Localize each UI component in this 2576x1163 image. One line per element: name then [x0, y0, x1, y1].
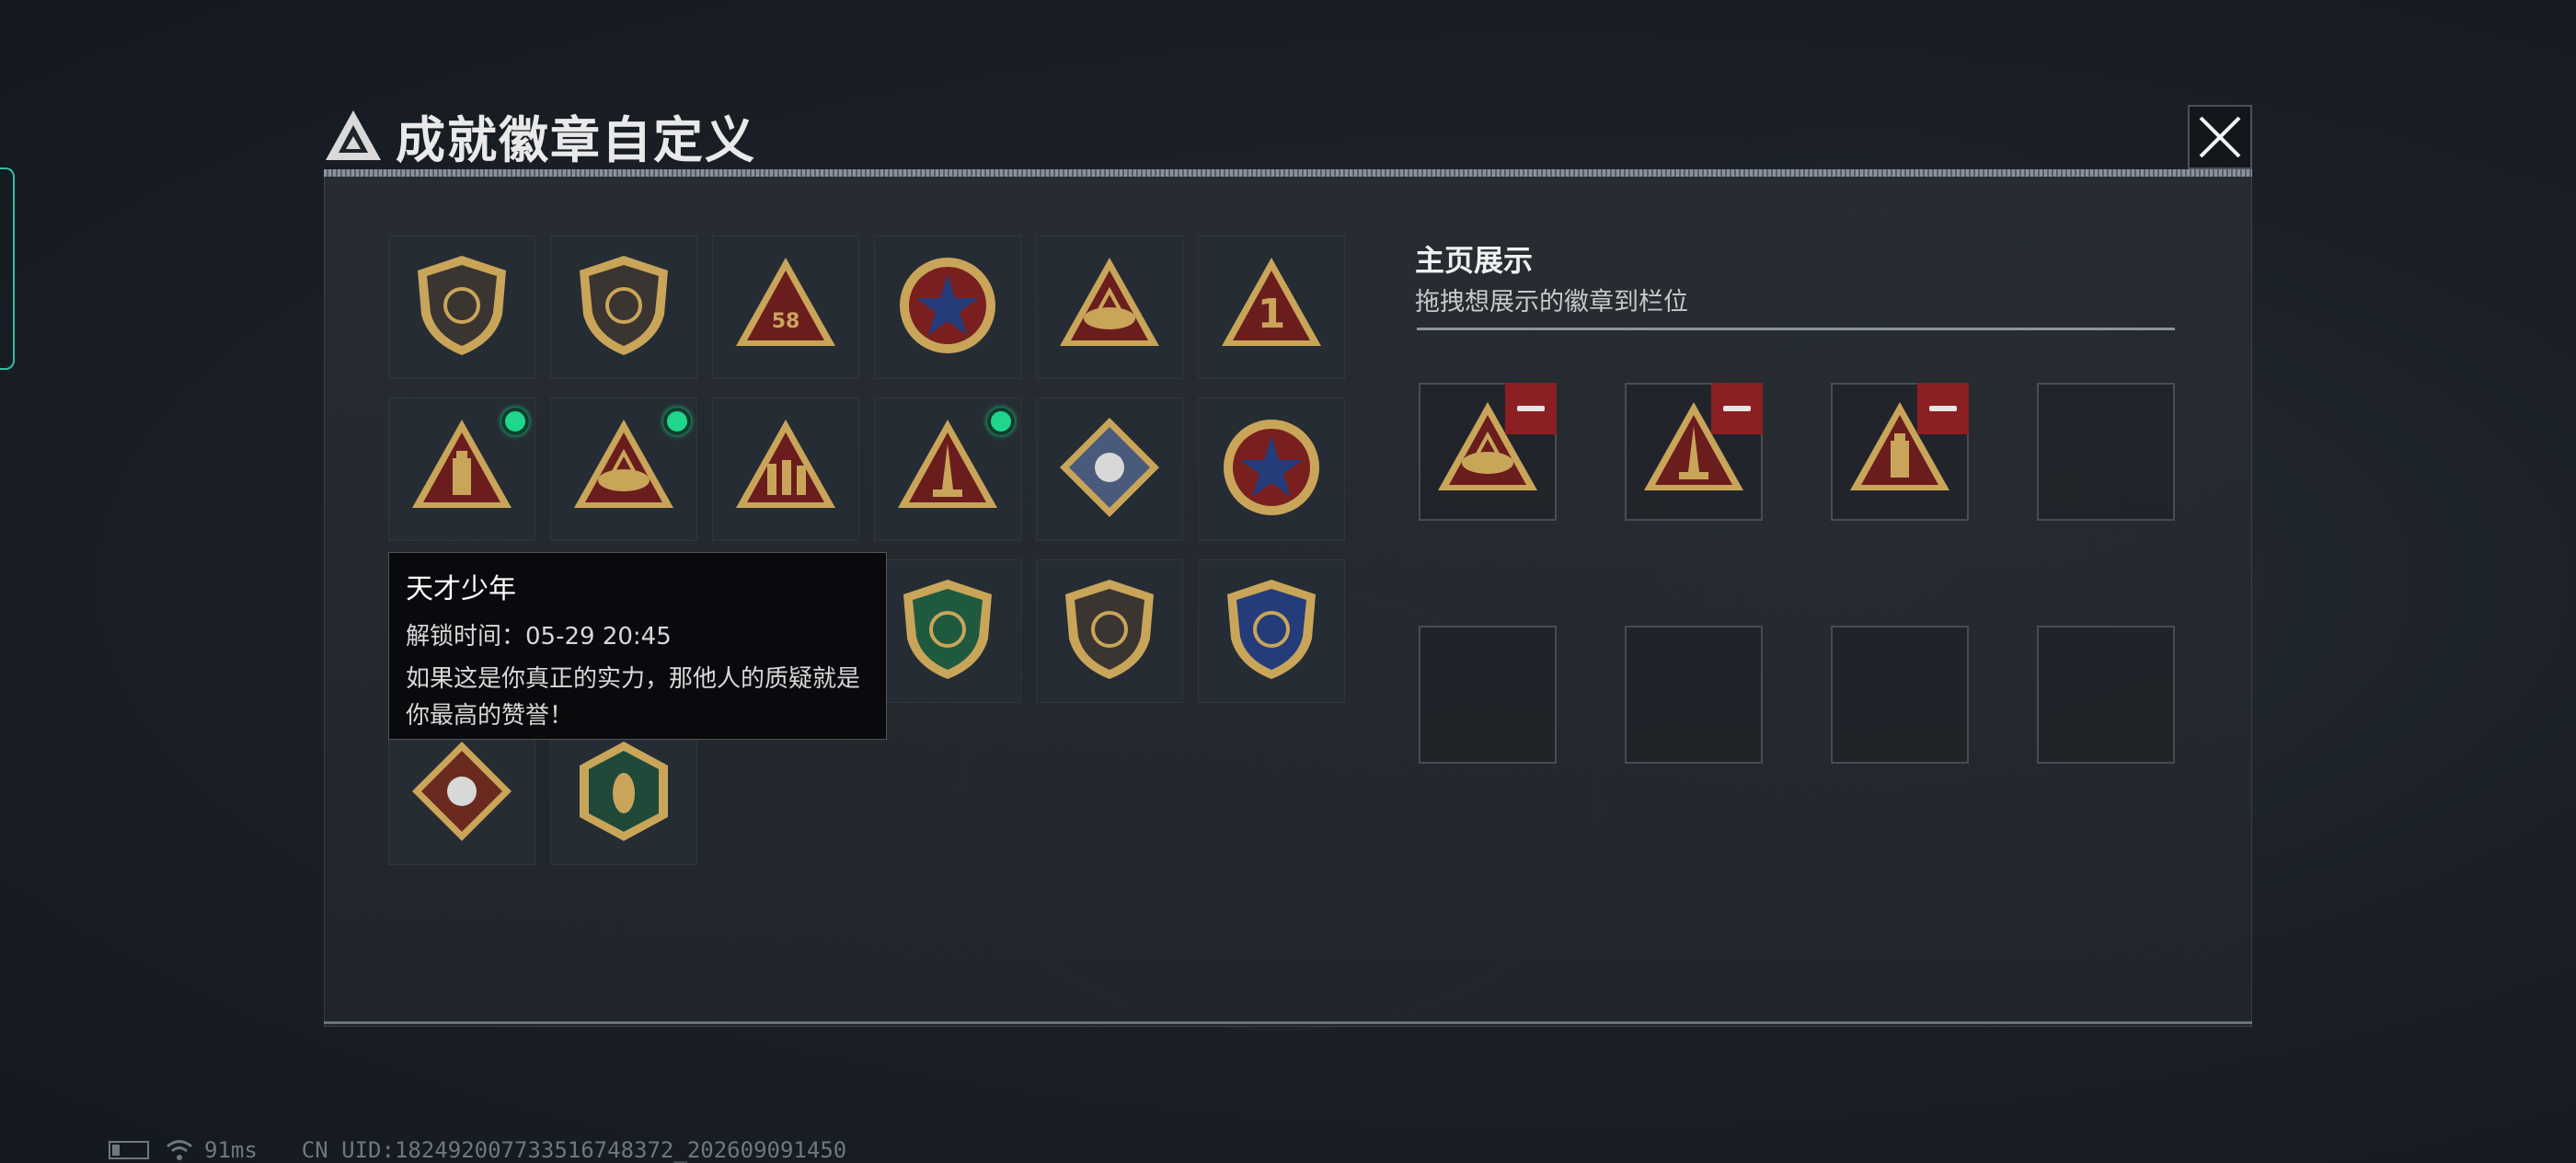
- remove-badge-button[interactable]: [1711, 383, 1763, 434]
- badge-cell[interactable]: [550, 397, 697, 541]
- tooltip-badge-name: 天才少年: [406, 573, 516, 605]
- new-indicator-dot: [987, 408, 1015, 435]
- uid-text: CN UID:18249200773351674837​2_2026090914…: [301, 1137, 847, 1163]
- rifle-shield-badge-icon: [1054, 574, 1165, 688]
- close-button[interactable]: [2188, 105, 2252, 169]
- bus-58-triangle-badge-icon: 58: [730, 250, 841, 364]
- tooltip-unlock-time: 解锁时间：05-29 20:45: [406, 623, 672, 651]
- badge-cell[interactable]: [1198, 397, 1345, 541]
- showcase-divider: [1417, 328, 2175, 330]
- sword-wing-shield-badge-icon: [1216, 574, 1327, 688]
- badge-cell[interactable]: 1: [1198, 236, 1345, 379]
- number-1-triangle-badge-icon: 1: [1216, 250, 1327, 364]
- badge-cell[interactable]: [1036, 559, 1183, 703]
- fist-diamond-badge-icon: [1054, 412, 1165, 526]
- minus-icon: [1929, 406, 1957, 411]
- remove-badge-button[interactable]: [1505, 383, 1557, 434]
- minus-icon: [1517, 406, 1545, 411]
- helicopter-shield-badge-icon: [569, 250, 679, 364]
- rocket-triangle-badge-icon: [892, 412, 1003, 526]
- tooltip-description: 如果这是你真正的实力，那他人的质疑就是你最高的赞誉！: [406, 665, 861, 730]
- badge-cell[interactable]: [550, 721, 697, 865]
- hands-triangle-badge-icon: [1054, 250, 1165, 364]
- badge-cell[interactable]: [388, 236, 535, 379]
- svg-text:58: 58: [772, 310, 800, 333]
- badge-cell[interactable]: [388, 721, 535, 865]
- badge-cell[interactable]: [1036, 236, 1183, 379]
- showcase-slot[interactable]: [1831, 383, 1969, 521]
- new-indicator-dot: [663, 408, 691, 435]
- winged-bus-59-badge-icon: [892, 250, 1003, 364]
- page-header: 成就徽章自定义: [324, 99, 756, 172]
- showcase-slot[interactable]: [1831, 626, 1969, 764]
- hands-gem-triangle-badge-icon: [569, 412, 679, 526]
- badge-cell[interactable]: [388, 397, 535, 541]
- badge-cell[interactable]: [550, 236, 697, 379]
- remove-badge-button[interactable]: [1917, 383, 1969, 434]
- wasp-hexagon-badge-icon: [569, 736, 679, 850]
- soldiers-triangle-badge-icon: [730, 412, 841, 526]
- showcase-slot[interactable]: [1625, 383, 1763, 521]
- showcase-slot[interactable]: [2037, 626, 2175, 764]
- ping-value: 91ms: [204, 1137, 258, 1163]
- badge-cell[interactable]: [874, 559, 1021, 703]
- delta-shield-badge-icon: [407, 250, 517, 364]
- green-sniper-shield-badge-icon: [892, 574, 1003, 688]
- battery-icon: [109, 1141, 149, 1159]
- flashdrive-triangle-badge-icon: [407, 412, 517, 526]
- side-edge-tab[interactable]: [0, 167, 15, 370]
- badge-cell[interactable]: [874, 397, 1021, 541]
- status-bar: 91ms CN UID:18249200773351674837​2_20260…: [109, 1137, 846, 1163]
- wifi-icon: [167, 1140, 192, 1160]
- showcase-subtitle: 拖拽想展示的徽章到栏位: [1415, 288, 1688, 317]
- showcase-slot[interactable]: [1625, 626, 1763, 764]
- badge-cell[interactable]: [874, 236, 1021, 379]
- minus-icon: [1723, 406, 1751, 411]
- svg-text:1: 1: [1258, 291, 1286, 338]
- star-medal-badge-icon: [1216, 412, 1327, 526]
- showcase-title: 主页展示: [1415, 243, 1534, 278]
- showcase-slot[interactable]: [1419, 383, 1557, 521]
- wolf-diamond-badge-icon: [407, 736, 517, 850]
- new-indicator-dot: [501, 408, 529, 435]
- badge-cell[interactable]: 58: [712, 236, 859, 379]
- badge-cell[interactable]: [1198, 559, 1345, 703]
- page-title: 成就徽章自定义: [396, 111, 756, 169]
- badge-cell[interactable]: [1036, 397, 1183, 541]
- showcase-slot[interactable]: [2037, 383, 2175, 521]
- close-icon: [2199, 116, 2241, 158]
- badge-tooltip: 天才少年 解锁时间：05-29 20:45 如果这是你真正的实力，那他人的质疑就…: [388, 552, 887, 740]
- delta-logo-icon: [326, 109, 381, 160]
- panel-bottom-divider: [324, 1021, 2252, 1024]
- showcase-slot[interactable]: [1419, 626, 1557, 764]
- badge-cell[interactable]: [712, 397, 859, 541]
